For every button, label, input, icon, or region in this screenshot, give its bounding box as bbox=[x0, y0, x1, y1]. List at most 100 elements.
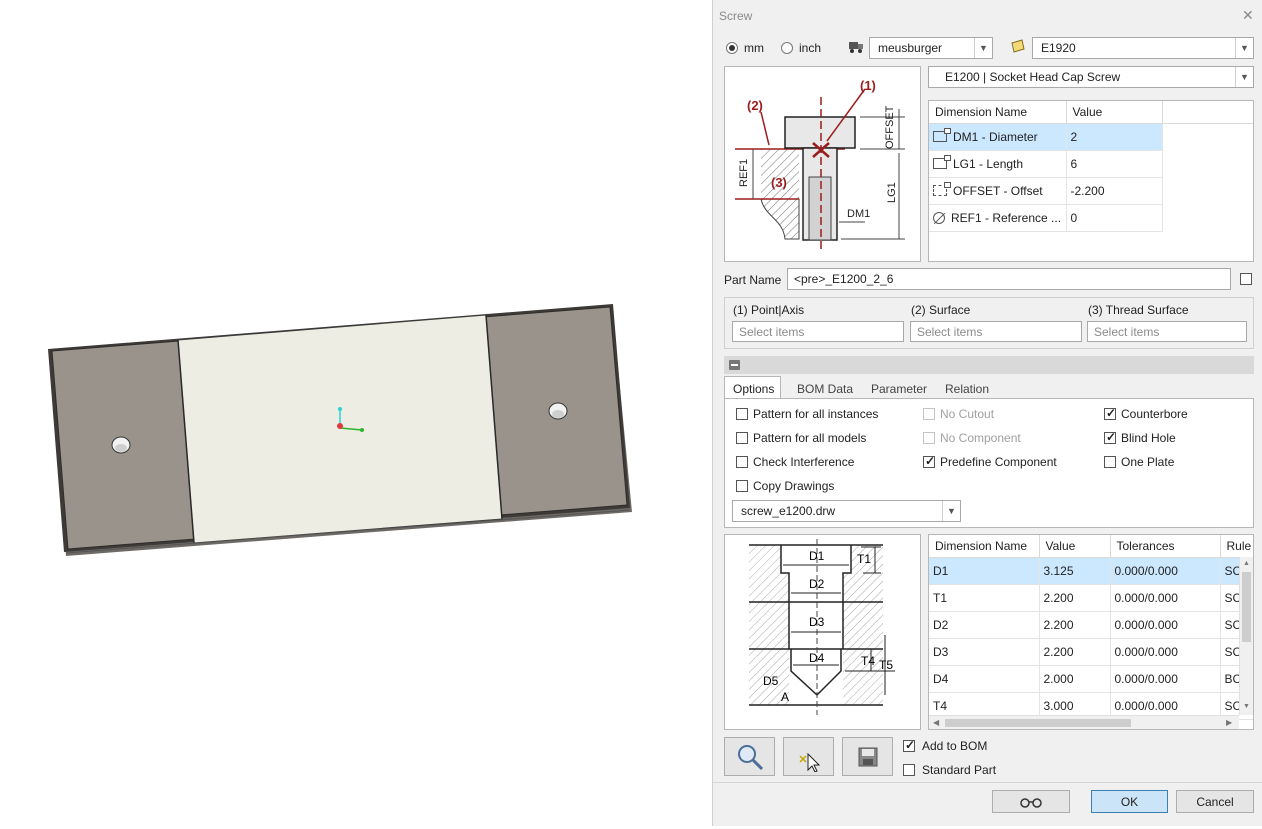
scroll-left-icon[interactable]: ◀ bbox=[933, 718, 939, 727]
dimension-table-panel: Dimension Name Value DM1 - Diameter 2 LG… bbox=[928, 100, 1254, 262]
tab-parameter[interactable]: Parameter bbox=[862, 376, 936, 399]
inch-radio[interactable] bbox=[781, 42, 793, 54]
row-value[interactable]: 2 bbox=[1066, 123, 1163, 151]
copy-drawings-checkbox[interactable] bbox=[736, 480, 748, 492]
table-row[interactable]: DM1 - Diameter 2 bbox=[929, 123, 1253, 151]
table-row[interactable]: REF1 - Reference ... 0 bbox=[929, 204, 1253, 232]
hole-table-panel: Dimension Name Value Tolerances Rule D1 … bbox=[928, 534, 1254, 730]
row-name: D1 bbox=[929, 557, 1040, 585]
pattern-all-models-label: Pattern for all models bbox=[753, 431, 867, 445]
table-row[interactable]: D4 2.000 0.000/0.000 BC bbox=[929, 665, 1253, 693]
d2-label: D2 bbox=[809, 577, 825, 591]
thread-surface-input[interactable]: Select items bbox=[1087, 321, 1247, 342]
row-tolerance[interactable]: 0.000/0.000 bbox=[1110, 557, 1221, 585]
hole-diagram-panel: D1 D2 D3 D4 D5 T1 T4 T5 A bbox=[724, 534, 921, 730]
scroll-up-icon[interactable]: ▲ bbox=[1243, 560, 1250, 567]
vertical-scrollbar[interactable]: ▲ ▼ bbox=[1239, 557, 1253, 715]
check-interference-checkbox[interactable] bbox=[736, 456, 748, 468]
row-value[interactable]: 3.125 bbox=[1039, 557, 1111, 585]
scroll-thumb-h[interactable] bbox=[945, 719, 1131, 727]
one-plate-checkbox[interactable] bbox=[1104, 456, 1116, 468]
dimension-icon bbox=[933, 154, 951, 169]
tab-options[interactable]: Options bbox=[724, 376, 781, 399]
plate-select[interactable]: E1920 ▼ bbox=[1032, 37, 1254, 59]
dimension-table: Dimension Name Value DM1 - Diameter 2 LG… bbox=[929, 101, 1253, 232]
pick-button[interactable] bbox=[783, 737, 834, 776]
row-name: DM1 - Diameter bbox=[953, 129, 1038, 144]
lg1-label: LG1 bbox=[886, 182, 898, 203]
callout-3: (3) bbox=[771, 175, 787, 190]
zoom-button[interactable] bbox=[724, 737, 775, 776]
pattern-all-instances-label: Pattern for all instances bbox=[753, 407, 879, 421]
row-name: LG1 - Length bbox=[953, 156, 1024, 171]
check-interference-label: Check Interference bbox=[753, 455, 855, 469]
tab-relation[interactable]: Relation bbox=[936, 376, 998, 399]
scroll-right-icon[interactable]: ▶ bbox=[1226, 718, 1232, 727]
screw-type-select[interactable]: E1200 | Socket Head Cap Screw ▼ bbox=[928, 66, 1254, 88]
surface-input[interactable]: Select items bbox=[910, 321, 1082, 342]
row-tolerance[interactable]: 0.000/0.000 bbox=[1110, 611, 1221, 639]
cancel-button[interactable]: Cancel bbox=[1176, 790, 1254, 813]
scroll-thumb[interactable] bbox=[1242, 572, 1251, 642]
drawing-select[interactable]: screw_e1200.drw ▼ bbox=[732, 500, 961, 522]
pattern-all-instances-checkbox[interactable] bbox=[736, 408, 748, 420]
add-to-bom-checkbox[interactable] bbox=[903, 738, 915, 752]
table-row[interactable]: D1 3.125 0.000/0.000 SC bbox=[929, 557, 1253, 585]
row-name: D3 bbox=[929, 638, 1040, 666]
mm-radio[interactable] bbox=[726, 42, 738, 54]
row-value[interactable]: 6 bbox=[1066, 150, 1163, 178]
magnifier-icon bbox=[737, 744, 763, 770]
row-tolerance[interactable]: 0.000/0.000 bbox=[1110, 638, 1221, 666]
point-axis-input[interactable]: Select items bbox=[732, 321, 904, 342]
reference-icon bbox=[933, 211, 945, 224]
predefine-component-checkbox[interactable] bbox=[923, 454, 935, 468]
row-value[interactable]: 2.200 bbox=[1039, 584, 1111, 612]
save-button[interactable] bbox=[842, 737, 893, 776]
chevron-down-icon: ▼ bbox=[974, 38, 992, 58]
tab-bom-data[interactable]: BOM Data bbox=[788, 376, 862, 399]
supplier-value: meusburger bbox=[878, 41, 943, 55]
callout-2: (2) bbox=[747, 98, 763, 113]
screw-diagram-panel: (1) (2) (3) OFFSET REF1 LG1 DM1 bbox=[724, 66, 921, 262]
close-icon[interactable]: ✕ bbox=[1242, 7, 1254, 24]
model-viewport[interactable] bbox=[0, 0, 712, 826]
row-name: D2 bbox=[929, 611, 1040, 639]
counterbore-checkbox[interactable] bbox=[1104, 406, 1116, 420]
screw-dialog: Screw ✕ mm inch meusburger ▼ E1920 ▼ (1)… bbox=[712, 0, 1262, 826]
part-name-checkbox[interactable] bbox=[1240, 273, 1252, 285]
t4-label: T4 bbox=[861, 654, 875, 668]
row-value[interactable]: 2.200 bbox=[1039, 638, 1111, 666]
mm-label: mm bbox=[744, 41, 764, 55]
hole-diagram: D1 D2 D3 D4 D5 T1 T4 T5 A bbox=[749, 539, 895, 715]
row-value[interactable]: -2.200 bbox=[1066, 177, 1163, 205]
row-value[interactable]: 0 bbox=[1066, 204, 1163, 232]
footer-divider bbox=[713, 782, 1262, 783]
ok-button[interactable]: OK bbox=[1091, 790, 1168, 813]
counterbore-label: Counterbore bbox=[1121, 407, 1188, 421]
thread-surface-label: (3) Thread Surface bbox=[1088, 303, 1189, 317]
table-row[interactable]: OFFSET - Offset -2.200 bbox=[929, 177, 1253, 205]
table-row[interactable]: D2 2.200 0.000/0.000 SC bbox=[929, 611, 1253, 639]
collapse-icon[interactable] bbox=[729, 360, 740, 370]
dimension-icon bbox=[933, 127, 951, 142]
pattern-all-models-checkbox[interactable] bbox=[736, 432, 748, 444]
supplier-select[interactable]: meusburger ▼ bbox=[869, 37, 993, 59]
coordinate-axes-icon bbox=[337, 407, 364, 432]
row-value[interactable]: 2.200 bbox=[1039, 611, 1111, 639]
table-row[interactable]: D3 2.200 0.000/0.000 SC bbox=[929, 638, 1253, 666]
blind-hole-checkbox[interactable] bbox=[1104, 430, 1116, 444]
options-collapse-bar[interactable] bbox=[724, 356, 1254, 374]
scroll-down-icon[interactable]: ▼ bbox=[1243, 703, 1250, 710]
table-row[interactable]: T1 2.200 0.000/0.000 SC bbox=[929, 584, 1253, 612]
table-row[interactable]: LG1 - Length 6 bbox=[929, 150, 1253, 178]
standard-part-checkbox[interactable] bbox=[903, 764, 915, 776]
preview-button[interactable] bbox=[992, 790, 1070, 813]
row-tolerance[interactable]: 0.000/0.000 bbox=[1110, 665, 1221, 693]
callout-1: (1) bbox=[860, 78, 876, 93]
row-value[interactable]: 2.000 bbox=[1039, 665, 1111, 693]
horizontal-scrollbar[interactable]: ◀ ▶ bbox=[929, 715, 1239, 729]
d4-label: D4 bbox=[809, 651, 825, 665]
row-tolerance[interactable]: 0.000/0.000 bbox=[1110, 584, 1221, 612]
part-name-input[interactable]: <pre>_E1200_2_6 bbox=[787, 268, 1231, 290]
no-component-checkbox bbox=[923, 432, 935, 444]
